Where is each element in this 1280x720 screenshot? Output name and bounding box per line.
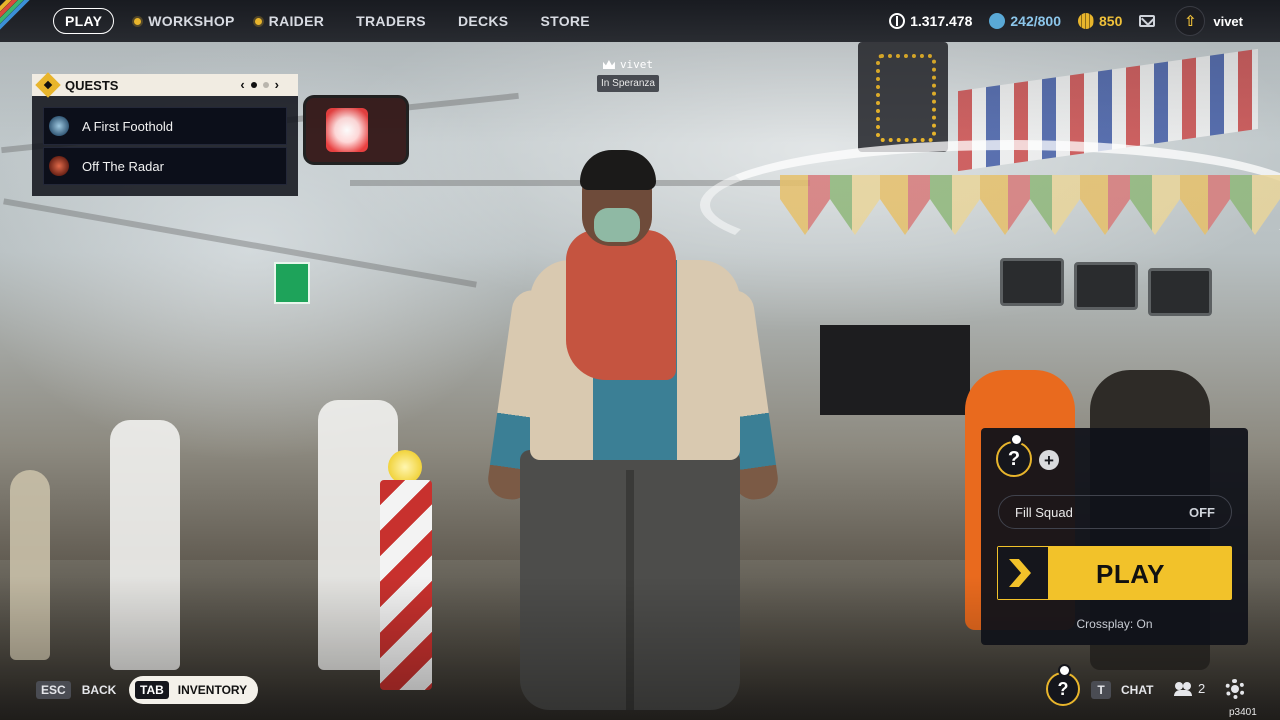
- notification-dot-icon: [254, 17, 262, 25]
- chat-button[interactable]: T CHAT: [1091, 681, 1153, 699]
- fill-squad-value: OFF: [1189, 504, 1215, 520]
- friends-icon: [1174, 681, 1192, 696]
- globe-icon: [49, 116, 69, 136]
- nav-tab-store[interactable]: STORE: [540, 13, 589, 29]
- build-version: p3401: [1229, 707, 1257, 718]
- fill-squad-toggle[interactable]: Fill Squad OFF: [998, 495, 1232, 529]
- add-squad-member-button[interactable]: +: [1039, 450, 1059, 470]
- quest-label: Off The Radar: [82, 158, 164, 174]
- currency-bar: 1.317.478 242/800 850 ⇧ vivet: [889, 0, 1280, 42]
- page-dot: [262, 81, 269, 88]
- tab-key-hint: TAB: [135, 681, 169, 699]
- quest-diamond-icon: [35, 72, 61, 98]
- nav-tab-traders[interactable]: TRADERS: [356, 13, 426, 29]
- play-button[interactable]: PLAY: [997, 546, 1232, 600]
- plus-icon: +: [1044, 450, 1054, 470]
- chat-label: CHAT: [1121, 683, 1154, 697]
- squad-slot[interactable]: ?: [996, 433, 1032, 477]
- currency-credits-value: 242/800: [1010, 13, 1061, 29]
- currency-coins[interactable]: 1.317.478: [889, 13, 972, 29]
- inventory-label: INVENTORY: [177, 683, 248, 697]
- fill-squad-label: Fill Squad: [1015, 504, 1073, 520]
- currency-credits[interactable]: 242/800: [989, 13, 1061, 29]
- quests-pager: ‹ ›: [237, 77, 282, 92]
- top-bar: PLAY WORKSHOP RAIDER TRADERS DECKS STORE…: [0, 0, 1280, 42]
- quests-title: QUESTS: [65, 77, 119, 93]
- level-up-arrow-icon[interactable]: ⇧: [1175, 6, 1206, 36]
- play-button-label: PLAY: [1096, 559, 1165, 589]
- rainbow-stripes-logo: [0, 0, 46, 42]
- page-dot-active: [250, 81, 257, 88]
- skull-icon: [1058, 664, 1071, 677]
- quests-panel: QUESTS ‹ › A First Foothold Off The Rada…: [32, 72, 298, 196]
- quest-item[interactable]: A First Foothold: [43, 107, 287, 145]
- player-name: vivet: [619, 58, 654, 71]
- credits-icon: [989, 13, 1006, 29]
- mail-icon[interactable]: [1139, 15, 1156, 27]
- nav-tab-label: PLAY: [65, 13, 103, 29]
- crossplay-status: Crossplay: On: [1076, 617, 1153, 631]
- quests-header: QUESTS ‹ ›: [32, 72, 298, 98]
- quest-item[interactable]: Off The Radar: [43, 147, 287, 185]
- gear-icon[interactable]: [1225, 679, 1245, 699]
- currency-gold-value: 850: [1099, 13, 1123, 29]
- currency-gold[interactable]: 850: [1078, 13, 1122, 29]
- currency-coins-value: 1.317.478: [910, 13, 973, 29]
- chevron-left-icon[interactable]: ‹: [240, 77, 244, 92]
- profile-name[interactable]: vivet: [1213, 14, 1243, 29]
- back-button[interactable]: ESC BACK: [36, 681, 116, 699]
- nav-tab-label: DECKS: [457, 13, 509, 29]
- squad-slot-mini[interactable]: ?: [1046, 664, 1080, 706]
- player-name-row: vivet: [596, 58, 660, 71]
- nav-tab-label: TRADERS: [356, 13, 426, 29]
- gold-icon: [1078, 13, 1094, 29]
- notification-dot-icon: [134, 17, 142, 25]
- nav-tab-workshop[interactable]: WORKSHOP: [134, 13, 234, 29]
- squad-panel: ? + Fill Squad OFF PLAY Crossplay: On: [981, 428, 1248, 645]
- nav-tab-label: STORE: [540, 13, 590, 29]
- player-nametag: vivet In Speranza: [596, 58, 660, 92]
- nav-tab-decks[interactable]: DECKS: [458, 13, 509, 29]
- chevron-right-icon: [998, 547, 1048, 599]
- nav-tab-play[interactable]: PLAY: [53, 8, 115, 34]
- main-nav: PLAY WORKSHOP RAIDER TRADERS DECKS STORE: [53, 8, 590, 34]
- chevron-right-icon[interactable]: ›: [275, 77, 279, 92]
- friends-button[interactable]: 2: [1174, 681, 1205, 696]
- skull-icon: [1010, 433, 1023, 446]
- nav-tab-label: RAIDER: [268, 13, 325, 29]
- nav-tab-label: WORKSHOP: [148, 13, 235, 29]
- squad-slot-symbol: ?: [1007, 447, 1021, 470]
- inventory-button[interactable]: TAB INVENTORY: [129, 676, 258, 704]
- coin-icon: [889, 13, 906, 29]
- friends-count: 2: [1198, 681, 1206, 696]
- nav-tab-raider[interactable]: RAIDER: [254, 13, 325, 29]
- t-key-hint: T: [1091, 681, 1111, 699]
- crown-icon: [602, 60, 615, 69]
- player-location: In Speranza: [597, 75, 659, 92]
- esc-key-hint: ESC: [36, 681, 71, 699]
- quest-label: A First Foothold: [82, 118, 174, 134]
- squad-slot-symbol: ?: [1057, 678, 1069, 699]
- back-label: BACK: [81, 683, 117, 697]
- target-icon: [49, 156, 69, 176]
